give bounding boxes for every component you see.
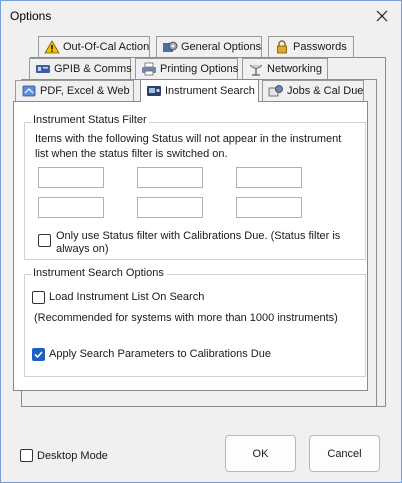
search-options-group	[24, 274, 366, 377]
tab-gpib-comms[interactable]: GPIB & Comms	[29, 58, 132, 79]
status-filter-input-5[interactable]	[137, 197, 203, 218]
printer-icon	[141, 62, 157, 76]
load-on-search-label: Load Instrument List On Search	[49, 291, 205, 303]
search-options-title: Instrument Search Options	[31, 267, 166, 279]
only-cal-due-label-2: always on)	[56, 243, 109, 255]
only-cal-due-checkbox[interactable]	[38, 234, 51, 247]
tab-out-of-cal-action[interactable]: Out-Of-Cal Action	[38, 36, 150, 57]
tab-label: GPIB & Comms	[54, 63, 132, 75]
tab-printing-options[interactable]: Printing Options	[135, 58, 238, 79]
tab-label: Instrument Search	[165, 85, 255, 97]
tab-label: General Options	[181, 41, 262, 53]
only-cal-due-label-1: Only use Status filter with Calibrations…	[56, 230, 341, 242]
ok-button-label: OK	[252, 447, 269, 460]
tab-label: Jobs & Cal Due	[287, 85, 364, 97]
tab-networking[interactable]: Networking	[242, 58, 328, 79]
ok-button[interactable]: OK	[225, 435, 296, 472]
instrument-search-page: Instrument Status Filter Items with the …	[13, 101, 368, 391]
status-filter-input-4[interactable]	[38, 197, 104, 218]
tab-jobs-cal-due[interactable]: Jobs & Cal Due	[262, 80, 364, 101]
desktop-mode-label: Desktop Mode	[37, 450, 108, 462]
jobs-icon	[268, 84, 284, 98]
options-dialog: Options Out-Of-Cal Action General Option…	[0, 0, 402, 483]
tab-general-options[interactable]: General Options	[156, 36, 262, 57]
tab-label: Out-Of-Cal Action	[63, 41, 150, 53]
status-filter-input-6[interactable]	[236, 197, 302, 218]
cancel-button[interactable]: Cancel	[309, 435, 380, 472]
tab-label: Printing Options	[160, 63, 239, 75]
status-filter-description-1: Items with the following Status will not…	[35, 133, 342, 145]
desktop-mode-checkbox[interactable]	[20, 449, 33, 462]
status-filter-input-3[interactable]	[236, 167, 302, 188]
tab-label: Passwords	[293, 41, 347, 53]
lock-icon	[274, 40, 290, 54]
tab-instrument-search[interactable]: Instrument Search	[140, 79, 259, 102]
tab-label: PDF, Excel & Web	[40, 85, 130, 97]
warning-icon	[44, 40, 60, 54]
status-filter-input-2[interactable]	[137, 167, 203, 188]
export-icon	[21, 84, 37, 98]
status-filter-title: Instrument Status Filter	[31, 114, 149, 126]
instrument-icon	[146, 84, 162, 98]
cancel-button-label: Cancel	[327, 447, 362, 460]
load-on-search-checkbox[interactable]	[32, 291, 45, 304]
network-card-icon	[35, 62, 51, 76]
tab-passwords[interactable]: Passwords	[268, 36, 354, 57]
tab-label: Networking	[267, 63, 323, 75]
settings-icon	[162, 40, 178, 54]
status-filter-input-1[interactable]	[38, 167, 104, 188]
satellite-dish-icon	[248, 62, 264, 76]
recommendation-text: (Recommended for systems with more than …	[34, 312, 338, 324]
apply-params-checkbox[interactable]	[32, 348, 45, 361]
status-filter-description-2: list when the status filter is switched …	[35, 148, 228, 160]
apply-params-label: Apply Search Parameters to Calibrations …	[49, 348, 271, 360]
tab-pdf-excel-web[interactable]: PDF, Excel & Web	[15, 80, 134, 101]
close-icon[interactable]	[369, 4, 395, 28]
title-bar: Options	[1, 1, 401, 32]
window-title: Options	[10, 9, 52, 23]
